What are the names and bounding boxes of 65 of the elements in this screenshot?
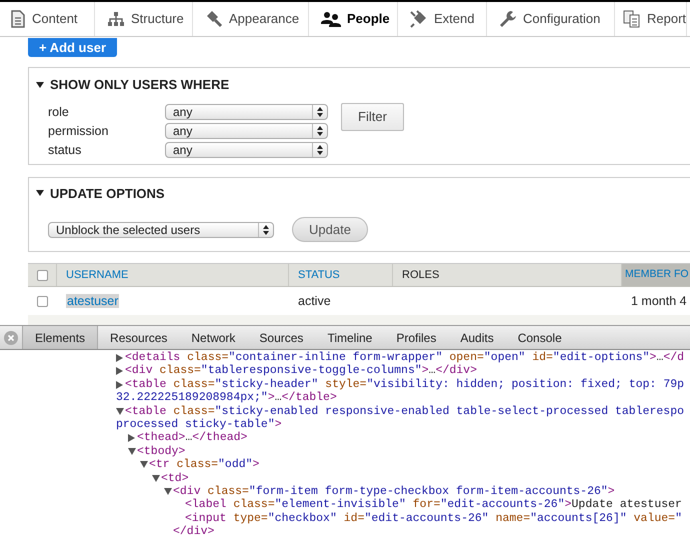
document-icon [10,10,26,28]
action-dropdown[interactable]: Unblock the selected users [48,222,274,238]
status-cell: active [298,294,331,308]
column-header[interactable]: USERNAME [57,264,289,286]
dropdown[interactable]: any [165,142,328,158]
field-label: role [48,104,70,120]
code-line: <tr class="odd"> [149,458,260,472]
member-for-cell: 1 month 4 [631,294,687,308]
code-line: <tbody> [137,444,186,458]
disclosure-triangle[interactable] [116,380,123,389]
toolbar-tab[interactable]: Content [0,2,95,36]
toolbar-tab[interactable]: Structure [95,2,193,36]
disclosure-triangle[interactable] [140,461,148,468]
disclosure-triangle[interactable] [116,367,123,376]
toolbar-tab[interactable]: People [309,2,398,36]
wrench-icon [499,10,517,28]
dropdown[interactable]: any [165,104,328,120]
collapse-toggle[interactable] [36,82,44,88]
disclosure-triangle[interactable] [128,448,136,456]
code-line: <td> [161,472,189,486]
code-line: <div class="tableresponsive-toggle-columns">…</div> [125,364,477,378]
disclosure-triangle[interactable] [152,474,160,482]
toolbar-tab[interactable]: Configuration [487,2,615,36]
checkbox[interactable] [36,270,48,280]
devtools-tab[interactable]: Sources [247,326,316,349]
documents-icon [623,10,641,28]
code-line: processed sticky-table"> [116,418,282,432]
code-line: <div class="form-item form-type-checkbox form-item-accounts-26"> [173,485,615,498]
code-line: 32.222225189208984px;">…</table> [116,391,337,405]
code-line: <table class="sticky-header" style="visibility: hidden; position: fixed; top: 79p [125,378,684,392]
code-line: <details class="container-inline form-wrapper" open="open" id="edit-options">…</d [125,351,684,364]
people-icon [321,11,341,27]
devtools-tab[interactable]: Elements [22,326,98,349]
field-label: status [48,142,82,158]
devtools-tab[interactable]: Console [506,326,574,349]
collapse-toggle[interactable] [36,190,44,196]
disclosure-triangle[interactable] [164,488,172,496]
update-button[interactable]: Update [292,217,368,242]
devtools-tab[interactable]: Audits [448,326,506,349]
field-label: permission [48,122,110,138]
plug-icon [410,10,428,28]
devtools-tab[interactable]: Profiles [384,326,448,349]
panel-title[interactable]: UPDATE OPTIONS [50,184,165,203]
dropdown[interactable]: any [165,122,328,138]
code-line: </div> [173,525,214,539]
column-header[interactable]: STATUS [289,264,393,286]
devtools-tab[interactable]: Resources [98,326,180,349]
disclosure-triangle[interactable] [128,434,135,442]
disclosure-triangle[interactable] [116,408,124,415]
brush-icon [205,10,223,28]
devtools-tab[interactable]: Timeline [315,326,384,349]
disclosure-triangle[interactable] [116,354,123,362]
filter-button[interactable]: Filter [341,102,404,130]
code-line: <input type="checkbox" id="edit-accounts-26" name="accounts[26]" value=" [185,512,682,526]
code-line: <table class="sticky-enabled responsive-enabled table-select-processed tablerespo [125,404,684,418]
code-line: <thead>…</thead> [137,431,248,445]
devtools-tab[interactable]: Network [179,326,248,349]
toolbar-tab[interactable]: Report [615,2,688,36]
checkbox[interactable] [37,296,48,306]
toolbar-tab[interactable]: Extend [398,2,487,36]
toolbar-tab[interactable]: Appearance [193,2,309,36]
code-line: <label class="element-invisible" for="edit-accounts-26">Update atestuser [185,498,682,512]
add-user-button[interactable]: + Add user [28,38,117,57]
panel-title[interactable]: SHOW ONLY USERS WHERE [50,75,230,94]
hierarchy-icon [107,11,125,27]
